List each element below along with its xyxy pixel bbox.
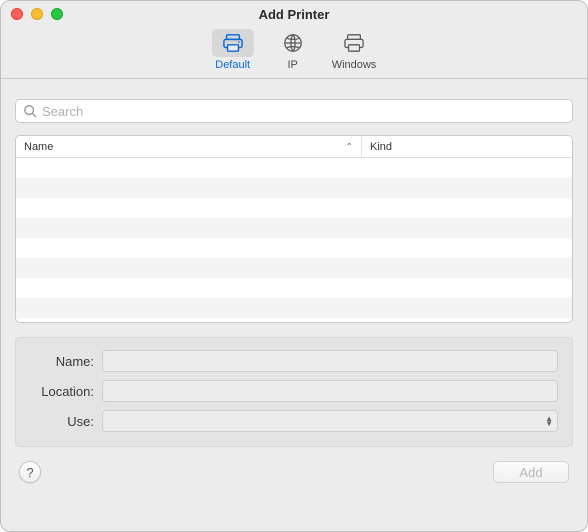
- tab-default[interactable]: Default: [212, 29, 254, 71]
- table-row: [16, 198, 572, 218]
- help-button[interactable]: ?: [19, 461, 41, 483]
- tab-windows[interactable]: Windows: [332, 29, 377, 71]
- toolbar: Default IP: [1, 27, 587, 79]
- tab-ip[interactable]: IP: [272, 29, 314, 71]
- table-row: [16, 278, 572, 298]
- sort-ascending-icon: ⌃: [345, 141, 353, 152]
- list-rows: [16, 158, 572, 322]
- window-title: Add Printer: [1, 7, 587, 22]
- name-label: Name:: [30, 354, 102, 369]
- list-header: Name ⌃ Kind: [16, 136, 572, 158]
- globe-icon: [283, 33, 303, 53]
- search-field-wrap: [15, 99, 573, 123]
- tab-ip-label: IP: [287, 59, 297, 71]
- column-header-kind[interactable]: Kind: [362, 136, 572, 157]
- table-row: [16, 218, 572, 238]
- column-name-label: Name: [24, 141, 53, 153]
- add-button-label: Add: [519, 465, 542, 480]
- stepper-icon: ▲▼: [545, 416, 553, 426]
- help-icon: ?: [26, 465, 33, 480]
- table-row: [16, 258, 572, 278]
- tab-windows-label: Windows: [332, 59, 377, 71]
- footer: ? Add: [15, 461, 573, 485]
- table-row: [16, 158, 572, 178]
- column-header-name[interactable]: Name ⌃: [16, 136, 362, 157]
- use-label: Use:: [30, 414, 102, 429]
- printer-icon: [222, 33, 244, 53]
- table-row: [16, 298, 572, 318]
- table-row: [16, 238, 572, 258]
- windows-printer-icon: [343, 33, 365, 53]
- content-area: Name ⌃ Kind Name:: [1, 79, 587, 531]
- add-printer-window: Add Printer Default: [0, 0, 588, 532]
- name-field[interactable]: [102, 350, 558, 372]
- printer-details-form: Name: Location: Use: ▲▼: [15, 337, 573, 447]
- add-button[interactable]: Add: [493, 461, 569, 483]
- titlebar: Add Printer: [1, 1, 587, 27]
- table-row: [16, 178, 572, 198]
- column-kind-label: Kind: [370, 141, 392, 153]
- search-icon: [23, 104, 37, 118]
- location-label: Location:: [30, 384, 102, 399]
- tab-default-label: Default: [215, 59, 250, 71]
- location-field[interactable]: [102, 380, 558, 402]
- search-input[interactable]: [15, 99, 573, 123]
- printers-list: Name ⌃ Kind: [15, 135, 573, 323]
- use-select[interactable]: ▲▼: [102, 410, 558, 432]
